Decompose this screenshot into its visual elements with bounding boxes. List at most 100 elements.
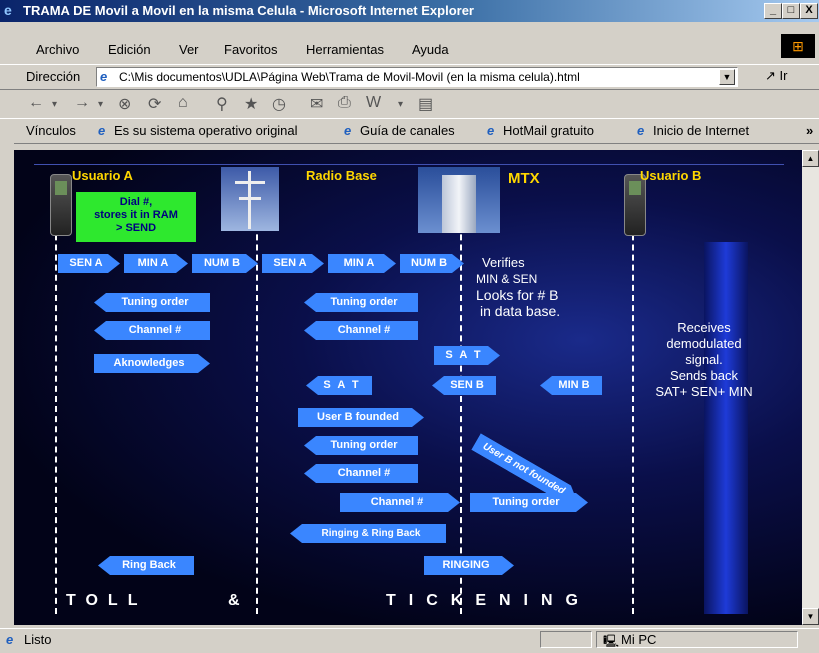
link-icon: e bbox=[344, 123, 352, 138]
address-value[interactable]: C:\Mis documentos\UDLA\Página Web\Trama … bbox=[119, 70, 580, 84]
arrow-sat-right: S A T bbox=[434, 346, 500, 365]
back-dropdown-icon[interactable]: ▾ bbox=[52, 99, 57, 110]
link-sistema-operativo[interactable]: Es su sistema operativo original bbox=[114, 123, 298, 138]
arrow-sen-a-1: SEN A bbox=[58, 254, 120, 273]
computer-icon: 🖳 bbox=[603, 634, 620, 648]
menu-ver[interactable]: Ver bbox=[179, 42, 199, 57]
radio-tower-image bbox=[221, 167, 279, 231]
arrow-tuning-order-3: Tuning order bbox=[304, 436, 418, 455]
scroll-up-icon[interactable]: ▲ bbox=[802, 150, 819, 167]
address-label: Dirección bbox=[26, 69, 81, 84]
status-bar: e Listo 🖳 Mi PC bbox=[0, 628, 819, 649]
top-rule bbox=[34, 164, 784, 165]
home-icon[interactable]: ⌂ bbox=[178, 94, 188, 112]
link-hotmail[interactable]: HotMail gratuito bbox=[503, 123, 594, 138]
menu-herramientas[interactable]: Herramientas bbox=[306, 42, 384, 57]
arrow-ringing-ring-back: Ringing & Ring Back bbox=[290, 524, 446, 543]
vertical-scrollbar[interactable]: ▲ ▼ bbox=[802, 150, 819, 625]
address-dropdown-button[interactable]: ▼ bbox=[719, 69, 735, 85]
receives-line-2: demodulated bbox=[666, 336, 742, 351]
print-icon[interactable]: ⎙ bbox=[338, 94, 351, 112]
status-zone-panel: 🖳 Mi PC bbox=[596, 631, 798, 648]
status-zone-label: Mi PC bbox=[621, 632, 657, 647]
go-button[interactable]: ↗ Ir bbox=[765, 68, 787, 84]
go-arrow-icon: ↗ bbox=[765, 68, 776, 83]
receives-line-3: signal. bbox=[685, 352, 723, 367]
arrow-user-b-founded: User B founded bbox=[298, 408, 424, 427]
lifeline-usuario-a bbox=[55, 194, 57, 614]
favorites-icon[interactable]: ★ bbox=[244, 94, 258, 114]
forward-dropdown-icon[interactable]: ▾ bbox=[98, 99, 103, 110]
arrow-num-b-2: NUM B bbox=[400, 254, 464, 273]
link-icon: e bbox=[487, 123, 495, 138]
receives-line-5: SAT+ SEN+ MIN bbox=[655, 384, 753, 399]
arrow-min-a-1: MIN A bbox=[124, 254, 188, 273]
arrow-ringing: RINGING bbox=[424, 556, 514, 575]
footer-toll: TOLL bbox=[66, 592, 148, 609]
close-button[interactable]: X bbox=[800, 3, 818, 19]
phone-a-icon bbox=[50, 174, 72, 236]
dial-line-3: > SEND bbox=[115, 222, 157, 234]
verifies-line-4: in data base. bbox=[480, 303, 561, 319]
discuss-icon[interactable]: ▤ bbox=[418, 94, 433, 114]
menu-favoritos[interactable]: Favoritos bbox=[224, 42, 277, 57]
link-guia-canales[interactable]: Guía de canales bbox=[360, 123, 455, 138]
ie-logo-icon: e bbox=[4, 2, 12, 18]
standard-toolbar: ← ▾ → ▾ ⊗ ⟳ ⌂ ⚲ ★ ◷ ✉ ⎙ W ▾ ▤ bbox=[0, 90, 819, 116]
verifies-line-3: Looks for # B bbox=[476, 287, 559, 303]
arrow-channel-1: Channel # bbox=[94, 321, 210, 340]
edit-icon[interactable]: W bbox=[366, 94, 381, 112]
search-icon[interactable]: ⚲ bbox=[216, 94, 228, 114]
mtx-building-image bbox=[418, 167, 500, 233]
arrow-channel-4: Channel # bbox=[340, 493, 460, 512]
minimize-button[interactable]: _ bbox=[764, 3, 782, 19]
arrow-tuning-order-1: Tuning order bbox=[94, 293, 210, 312]
address-bar: Dirección e C:\Mis documentos\UDLA\Págin… bbox=[0, 64, 819, 90]
menu-bar: Archivo Edición Ver Favoritos Herramient… bbox=[0, 38, 819, 60]
menu-ayuda[interactable]: Ayuda bbox=[412, 42, 449, 57]
link-icon: e bbox=[637, 123, 645, 138]
diagram-page: Usuario A Radio Base MTX Usuario B Dial … bbox=[14, 150, 802, 625]
lifeline-mtx bbox=[460, 194, 462, 614]
menu-edicion[interactable]: Edición bbox=[108, 42, 151, 57]
arrow-sat-left: S A T bbox=[306, 376, 372, 395]
left-frame-border bbox=[0, 142, 14, 628]
stop-icon[interactable]: ⊗ bbox=[118, 94, 131, 114]
mail-icon[interactable]: ✉ bbox=[310, 94, 323, 114]
links-label: Vínculos bbox=[26, 123, 76, 138]
note-verifies: Verifies MIN & SEN Looks for # B in data… bbox=[476, 255, 596, 319]
scroll-down-icon[interactable]: ▼ bbox=[802, 608, 819, 625]
refresh-icon[interactable]: ⟳ bbox=[148, 94, 161, 114]
status-page-icon: e bbox=[6, 632, 14, 647]
window-title: TRAMA DE Movil a Movil en la misma Celul… bbox=[23, 3, 474, 18]
header-usuario-a: Usuario A bbox=[72, 168, 133, 183]
history-icon[interactable]: ◷ bbox=[272, 94, 286, 114]
receives-line-4: Sends back bbox=[670, 368, 738, 383]
maximize-button[interactable]: □ bbox=[782, 3, 800, 19]
menu-archivo[interactable]: Archivo bbox=[36, 42, 79, 57]
lifeline-radio-base bbox=[256, 194, 258, 614]
page-icon: e bbox=[100, 69, 108, 84]
header-radio-base: Radio Base bbox=[306, 168, 377, 183]
status-text: Listo bbox=[24, 632, 52, 647]
note-receives: Receives demodulated signal. Sends back … bbox=[634, 320, 774, 400]
link-inicio-internet[interactable]: Inicio de Internet bbox=[653, 123, 749, 138]
status-panel-empty bbox=[540, 631, 592, 648]
header-mtx: MTX bbox=[508, 170, 540, 187]
arrow-channel-2: Channel # bbox=[304, 321, 418, 340]
address-field[interactable]: e C:\Mis documentos\UDLA\Página Web\Tram… bbox=[96, 67, 738, 87]
back-icon[interactable]: ← bbox=[28, 94, 44, 112]
arrow-min-a-2: MIN A bbox=[328, 254, 396, 273]
phone-b-icon bbox=[624, 174, 646, 236]
verifies-line-2: MIN & SEN bbox=[476, 272, 538, 286]
dial-send-box: Dial #, stores it in RAM > SEND bbox=[76, 192, 196, 242]
forward-icon[interactable]: → bbox=[74, 94, 90, 112]
links-more-chevron-icon[interactable]: » bbox=[806, 123, 813, 138]
title-bar: e TRAMA DE Movil a Movil en la misma Cel… bbox=[0, 0, 819, 22]
arrow-channel-3: Channel # bbox=[304, 464, 418, 483]
dial-line-1: Dial #, bbox=[119, 196, 153, 208]
edit-dropdown-icon[interactable]: ▾ bbox=[398, 99, 403, 110]
arrow-sen-b: SEN B bbox=[432, 376, 496, 395]
footer-tickening: TICKENING bbox=[386, 592, 591, 609]
dial-line-2: stores it in RAM bbox=[94, 209, 178, 221]
